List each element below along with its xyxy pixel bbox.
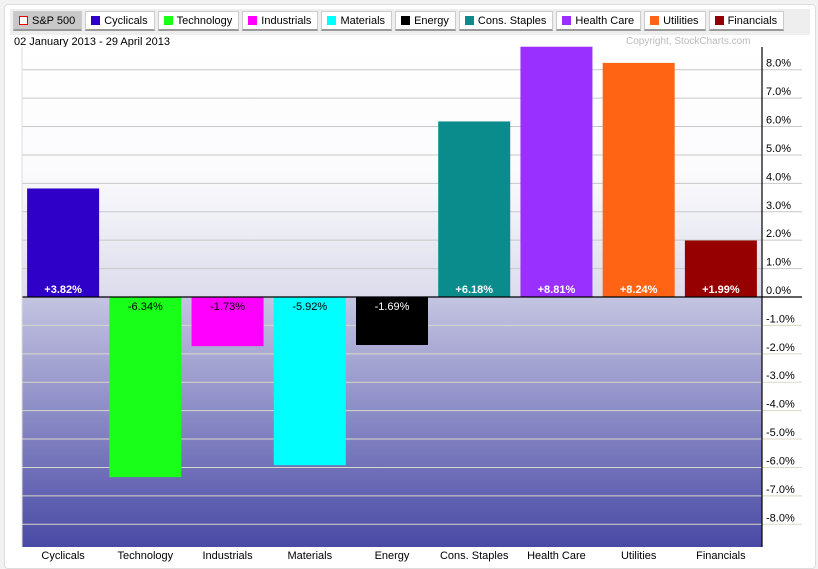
bar-cons-staples <box>438 121 511 297</box>
y-tick-label: 1.0% <box>766 257 791 269</box>
y-tick-label: -6.0% <box>766 455 795 467</box>
data-label: -6.34% <box>128 301 163 313</box>
y-tick-label: -7.0% <box>766 484 795 496</box>
bar-health-care <box>520 46 593 297</box>
y-tick-label: 7.0% <box>766 86 791 98</box>
x-tick-label: Materials <box>287 550 332 562</box>
y-tick-label: 6.0% <box>766 115 791 127</box>
y-tick-label: -4.0% <box>766 399 795 411</box>
data-label: +3.82% <box>44 284 82 296</box>
data-label: +8.24% <box>620 284 658 296</box>
x-tick-label: Energy <box>375 550 410 562</box>
bar-materials <box>273 297 346 466</box>
x-tick-label: Technology <box>118 550 174 562</box>
x-tick-label: Industrials <box>202 550 253 562</box>
x-tick-label: Cyclicals <box>41 550 85 562</box>
y-tick-label: 5.0% <box>766 143 791 155</box>
y-tick-label: 2.0% <box>766 228 791 240</box>
y-tick-label: -2.0% <box>766 342 795 354</box>
bar-chart: 8.0% 7.0% 6.0% 5.0% 4.0% 3.0% 2.0% 1.0% 0.0% -1.0… <box>21 46 802 562</box>
data-label: +8.81% <box>538 284 576 296</box>
y-tick-label: 0.0% <box>766 285 791 297</box>
y-tick-label: -3.0% <box>766 370 795 382</box>
bar-cyclicals <box>27 188 100 297</box>
x-tick-label: Utilities <box>621 550 657 562</box>
x-tick-label: Financials <box>696 550 746 562</box>
y-tick-label: 8.0% <box>766 58 791 70</box>
y-tick-label: -8.0% <box>766 512 795 524</box>
data-label: -5.92% <box>292 301 327 313</box>
y-tick-label: -5.0% <box>766 427 795 439</box>
y-tick-label: 4.0% <box>766 171 791 183</box>
y-tick-label: -1.0% <box>766 313 795 325</box>
data-label: +6.18% <box>455 284 493 296</box>
bar-technology <box>109 297 182 478</box>
data-label: -1.69% <box>375 301 410 313</box>
bar-utilities <box>602 62 675 298</box>
x-tick-label: Health Care <box>527 550 586 562</box>
data-label: +1.99% <box>702 284 740 296</box>
y-tick-label: 3.0% <box>766 200 791 212</box>
data-label: -1.73% <box>210 301 245 313</box>
x-tick-label: Cons. Staples <box>440 550 509 562</box>
